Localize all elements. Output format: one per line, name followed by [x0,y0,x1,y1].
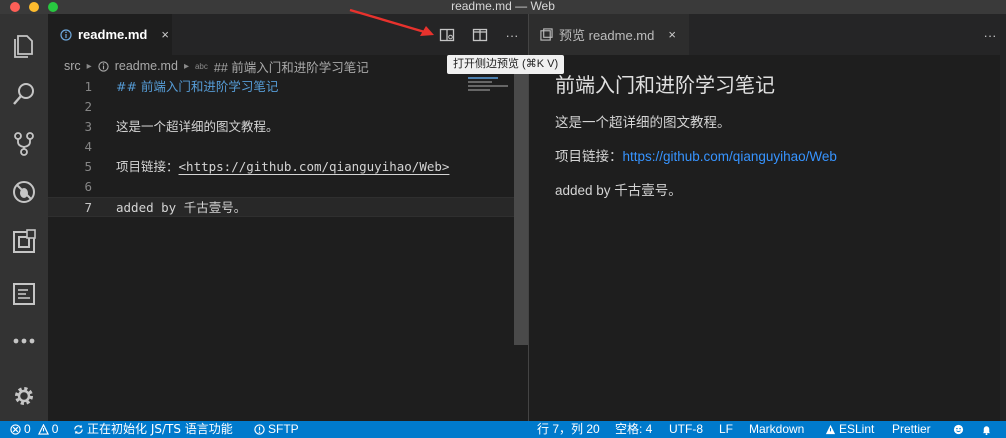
status-bar: 0 0 正在初始化 JS/TS 语言功能 SFTP 行 7，列 20 空格: 4… [0,421,1006,438]
more-actions-button[interactable]: ··· [503,26,521,44]
window-title: readme.md — Web [451,0,555,13]
error-icon [10,424,21,435]
code-line[interactable]: 4 [48,137,514,157]
info-icon [98,60,109,72]
chevron-right-icon: ▸ [183,60,189,72]
problems-indicator[interactable]: 0 0 [10,421,58,438]
open-preview-side-button[interactable] [438,26,456,44]
sftp-icon [254,424,265,435]
line-text: 这是一个超详细的图文教程。 [116,119,279,134]
info-icon [60,28,72,41]
panel-icon[interactable] [0,270,48,318]
code-editor[interactable]: 1 ## 前端入门和进阶学习笔记 2 3 这是一个超详细的图文教程。 4 5 项… [48,77,514,421]
language-mode[interactable]: Markdown [749,421,804,438]
close-icon[interactable]: × [161,27,169,42]
error-count: 0 [24,422,31,436]
line-number: 7 [84,200,92,215]
sftp-text: SFTP [268,422,299,436]
indentation[interactable]: 空格: 4 [615,421,652,438]
code-line[interactable]: 6 [48,177,514,197]
search-icon[interactable] [0,70,48,118]
preview-paragraph: 项目链接：https://github.com/qianguyihao/Web [555,140,985,174]
split-editor-button[interactable] [471,26,489,44]
inline-link[interactable]: <https://github.com/qianguyihao/Web> [179,159,450,174]
preview-icon [540,28,553,41]
notifications-bell-icon[interactable] [981,421,992,438]
link-prefix: 项目链接： [116,159,179,174]
line-number: 1 [84,79,92,94]
line-number: 6 [84,179,92,194]
code-line[interactable]: 1 ## 前端入门和进阶学习笔记 [48,77,514,97]
more-actions-button[interactable]: ··· [981,26,999,44]
sync-icon [74,424,83,435]
tab-label: 预览 readme.md [559,28,655,43]
code-line[interactable]: 3 这是一个超详细的图文教程。 [48,117,514,137]
debug-icon[interactable] [0,168,48,216]
markdown-preview: 前端入门和进阶学习笔记 这是一个超详细的图文教程。 项目链接：https://g… [555,66,985,208]
more-icon[interactable] [0,317,48,365]
explorer-icon[interactable] [0,22,48,70]
right-editor-group: 预览 readme.md × ··· 前端入门和进阶学习笔记 这是一个超详细的图… [529,14,1006,421]
tab-readme[interactable]: readme.md × [48,14,172,55]
preview-paragraph: 这是一个超详细的图文教程。 [555,115,731,130]
link-prefix: 项目链接： [555,149,623,164]
js-init-text: 正在初始化 JS/TS 语言功能 [87,422,233,436]
title-bar: readme.md — Web [0,0,1006,14]
tab-label: readme.md [78,27,148,42]
warning-count: 0 [51,422,59,436]
split-editor-icon [472,28,488,42]
cursor-position[interactable]: 行 7，列 20 [537,421,600,438]
line-text: added by 千古壹号。 [116,200,247,215]
tab-preview-readme[interactable]: 预览 readme.md × [529,14,689,55]
line-number: 2 [84,99,92,114]
symbol-string-icon: abc [194,61,208,71]
breadcrumb-file[interactable]: readme.md [115,59,178,73]
extensions-icon[interactable] [0,218,48,266]
breadcrumb-symbol[interactable]: ## 前端入门和进阶学习笔记 [214,57,369,76]
line-number: 4 [84,139,92,154]
preview-paragraph: added by 千古壹号。 [555,183,682,198]
close-icon[interactable]: × [668,27,676,42]
breadcrumb-folder[interactable]: src [64,59,81,73]
js-init-status[interactable]: 正在初始化 JS/TS 语言功能 [73,421,233,438]
line-text: ## 前端入门和进阶学习笔记 [116,79,279,94]
code-line[interactable]: 5 项目链接：<https://github.com/qianguyihao/W… [48,157,514,177]
left-editor-group: readme.md × ··· src ▸ readme.md ▸ abc ##… [48,14,528,421]
code-line-current[interactable]: 7 added by 千古壹号。 [48,197,514,217]
encoding[interactable]: UTF-8 [669,421,703,438]
end-of-line[interactable]: LF [719,421,733,438]
warning-icon [37,424,49,435]
preview-link[interactable]: https://github.com/qianguyihao/Web [623,149,837,164]
left-tab-bar: readme.md × ··· [48,14,528,55]
eslint-text: ESLint [839,422,875,436]
vertical-scrollbar[interactable] [514,55,528,345]
feedback-icon[interactable] [953,421,964,438]
warning-icon [825,424,836,435]
line-text: 项目链接：<https://github.com/qianguyihao/Web… [116,157,449,177]
source-control-icon[interactable] [0,120,48,168]
vertical-scrollbar[interactable] [1000,55,1006,421]
activity-bar [0,14,48,421]
settings-icon[interactable] [0,372,48,420]
code-line[interactable]: 2 [48,97,514,117]
prettier-status[interactable]: Prettier [892,421,931,438]
preview-heading: 前端入门和进阶学习笔记 [555,75,775,97]
line-number: 3 [84,119,92,134]
right-tab-bar: 预览 readme.md × ··· [529,14,1006,55]
sftp-status[interactable]: SFTP [254,421,299,438]
tooltip: 打开侧边预览 (⌘K V) [447,55,565,74]
eslint-status[interactable]: ESLint [825,421,874,438]
chevron-right-icon: ▸ [86,60,92,72]
preview-side-icon [439,28,455,42]
line-number: 5 [84,159,92,174]
minimap[interactable] [468,77,514,107]
